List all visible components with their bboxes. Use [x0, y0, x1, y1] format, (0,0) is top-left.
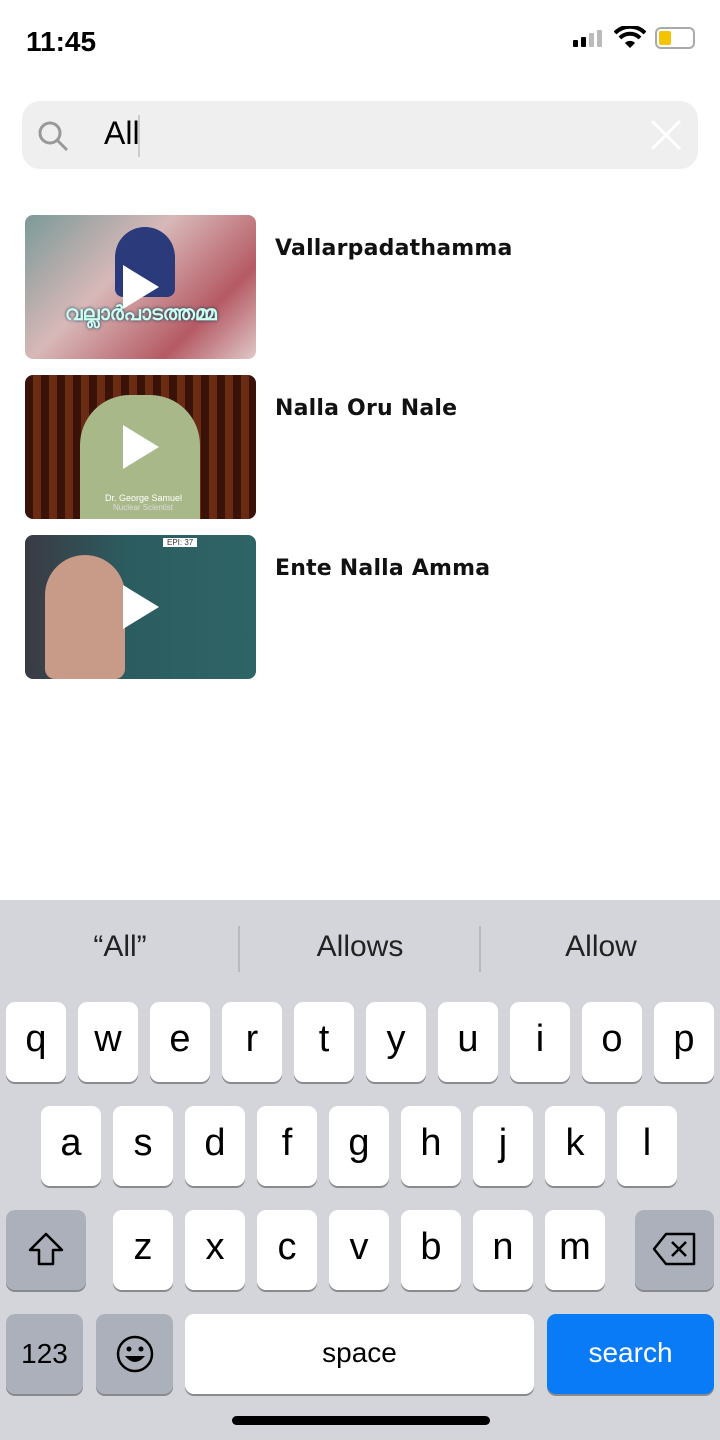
signal-icon [573, 30, 603, 48]
wifi-icon [614, 26, 646, 48]
key-s[interactable]: s [113, 1106, 173, 1186]
shift-icon [28, 1232, 64, 1266]
key-p[interactable]: p [654, 1002, 714, 1082]
result-thumbnail[interactable]: വല്ലാർപാടത്തമ്മ [25, 215, 256, 359]
search-bar[interactable]: All [22, 101, 698, 169]
status-time: 11:45 [26, 26, 97, 57]
space-key[interactable]: space [185, 1314, 534, 1394]
key-h[interactable]: h [401, 1106, 461, 1186]
key-w[interactable]: w [78, 1002, 138, 1082]
key-n[interactable]: n [473, 1210, 533, 1290]
result-title[interactable]: Nalla Oru Nale [275, 396, 457, 421]
numbers-key[interactable]: 123 [6, 1314, 83, 1394]
text-cursor [138, 115, 140, 157]
suggestion[interactable]: Allows [240, 930, 480, 964]
shift-key[interactable] [6, 1210, 86, 1290]
key-b[interactable]: b [401, 1210, 461, 1290]
search-key[interactable]: search [547, 1314, 714, 1394]
emoji-key[interactable] [96, 1314, 173, 1394]
key-m[interactable]: m [545, 1210, 605, 1290]
key-z[interactable]: z [113, 1210, 173, 1290]
backspace-key[interactable] [635, 1210, 714, 1290]
play-icon [123, 425, 159, 469]
key-l[interactable]: l [617, 1106, 677, 1186]
battery-icon [655, 27, 695, 49]
key-v[interactable]: v [329, 1210, 389, 1290]
key-e[interactable]: e [150, 1002, 210, 1082]
result-title[interactable]: Vallarpadathamma [275, 236, 513, 261]
key-g[interactable]: g [329, 1106, 389, 1186]
key-d[interactable]: d [185, 1106, 245, 1186]
play-icon [123, 585, 159, 629]
result-thumbnail[interactable]: Dr. George Samuel Nuclear Scientist [25, 375, 256, 519]
key-r[interactable]: r [222, 1002, 282, 1082]
search-input[interactable]: All [104, 115, 140, 152]
suggestion[interactable]: Allow [481, 930, 720, 964]
result-title[interactable]: Ente Nalla Amma [275, 556, 490, 581]
key-a[interactable]: a [41, 1106, 101, 1186]
emoji-icon [116, 1335, 153, 1373]
key-j[interactable]: j [473, 1106, 533, 1186]
key-o[interactable]: o [582, 1002, 642, 1082]
key-y[interactable]: y [366, 1002, 426, 1082]
suggestion[interactable]: “All” [0, 930, 240, 964]
key-t[interactable]: t [294, 1002, 354, 1082]
result-thumbnail[interactable]: EPI: 37 [25, 535, 256, 679]
key-u[interactable]: u [438, 1002, 498, 1082]
key-f[interactable]: f [257, 1106, 317, 1186]
key-q[interactable]: q [6, 1002, 66, 1082]
key-i[interactable]: i [510, 1002, 570, 1082]
play-icon [123, 265, 159, 309]
home-indicator [232, 1416, 490, 1425]
key-x[interactable]: x [185, 1210, 245, 1290]
backspace-icon [652, 1232, 695, 1266]
key-k[interactable]: k [545, 1106, 605, 1186]
clear-icon[interactable] [648, 117, 684, 153]
search-icon [38, 121, 69, 152]
key-c[interactable]: c [257, 1210, 317, 1290]
